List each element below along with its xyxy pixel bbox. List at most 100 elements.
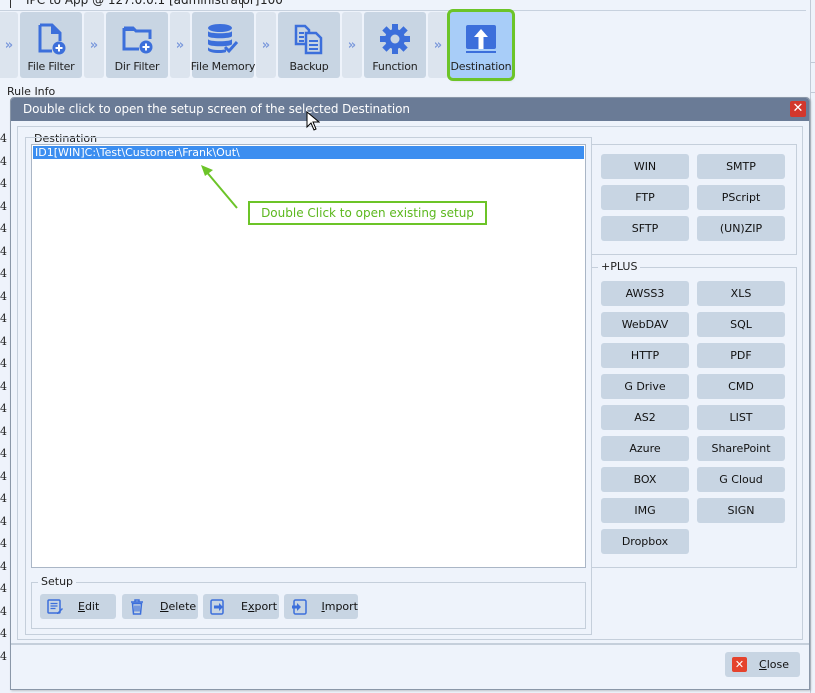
background-row-value: 4: [0, 447, 7, 460]
edit-button[interactable]: Edit: [40, 594, 116, 619]
step-file-filter[interactable]: File Filter: [20, 12, 82, 78]
button-label: elete: [168, 600, 197, 613]
step-label: File Memory: [190, 60, 256, 73]
step-function[interactable]: Function: [364, 12, 426, 78]
connection-label: IPC to App @ 127.0.0.1 [administrator]: [26, 0, 260, 7]
edit-icon: [46, 598, 64, 616]
button-label: mport: [324, 600, 358, 613]
destination-type-box-button[interactable]: BOX: [601, 467, 689, 492]
dialog-title-bar[interactable]: Double click to open the setup screen of…: [11, 98, 809, 121]
background-row-value: 4: [0, 357, 7, 370]
background-row-value: 4: [0, 424, 7, 438]
destination-type-pdf-button[interactable]: PDF: [697, 343, 785, 368]
window-edge: [810, 0, 811, 693]
annotation-callout: Double Click to open existing setup: [248, 201, 487, 225]
step-destination[interactable]: Destination: [447, 9, 515, 81]
destination-type-http-button[interactable]: HTTP: [601, 343, 689, 368]
background-row-value: 4: [0, 492, 7, 505]
chevron-right-icon: »: [342, 12, 362, 78]
annotation-arrow: [201, 165, 238, 209]
background-row-value: 4: [0, 132, 7, 145]
destination-type-awss3-button[interactable]: AWSS3: [601, 281, 689, 306]
background-row-value: 4: [0, 604, 7, 618]
destination-type-list-button[interactable]: LIST: [697, 405, 785, 430]
mouse-cursor-icon: [306, 111, 320, 131]
button-label: port: [254, 600, 278, 613]
background-row-value: 4: [0, 649, 7, 663]
background-row-value: 4: [0, 402, 7, 415]
mnemonic: C: [759, 658, 767, 671]
close-icon[interactable]: ✕: [790, 101, 806, 117]
database-check-icon: [206, 22, 240, 56]
import-button[interactable]: Import: [284, 594, 358, 619]
destination-type-g-cloud-button[interactable]: G Cloud: [697, 467, 785, 492]
chevron-right-icon: »: [170, 12, 190, 78]
background-row-value: 4: [0, 289, 7, 303]
chevron-right-icon: »: [0, 12, 18, 78]
step-dir-filter[interactable]: Dir Filter: [106, 12, 168, 78]
destination-type-dropbox-button[interactable]: Dropbox: [601, 529, 689, 554]
export-icon: [209, 598, 227, 616]
step-label: Backup: [289, 60, 329, 73]
export-button[interactable]: Export: [203, 594, 279, 619]
delete-button[interactable]: Delete: [122, 594, 198, 619]
destination-type-cmd-button[interactable]: CMD: [697, 374, 785, 399]
button-label: lose: [766, 658, 789, 671]
destination-type-xls-button[interactable]: XLS: [697, 281, 785, 306]
divider: [811, 92, 815, 93]
separator: [10, 0, 11, 8]
background-row-value: 4: [0, 537, 7, 550]
background-row-value: 4: [0, 244, 7, 258]
background-row-value: 4: [0, 199, 7, 213]
group-label: Setup: [38, 575, 77, 588]
rule-pipeline-toolbar: » File Filter » Dir Filter » File Memory…: [0, 9, 515, 81]
destination-type-img-button[interactable]: IMG: [601, 498, 689, 523]
close-button[interactable]: ✕ Close: [725, 652, 800, 677]
background-row-value: 4: [0, 582, 7, 595]
destination-type-sharepoint-button[interactable]: SharePoint: [697, 436, 785, 461]
background-row-value: 4: [0, 222, 7, 235]
destination-type-azure-button[interactable]: Azure: [601, 436, 689, 461]
upload-icon: [464, 22, 498, 56]
background-row-value: 4: [0, 312, 7, 325]
step-label: File Filter: [27, 60, 75, 73]
background-row-value: 4: [0, 469, 7, 483]
background-row-value: 4: [0, 379, 7, 393]
destination-type-win-button[interactable]: WIN: [601, 154, 689, 179]
file-add-icon: [34, 22, 68, 56]
mnemonic: E: [78, 600, 85, 613]
step-backup[interactable]: Backup: [278, 12, 340, 78]
copy-document-icon: [292, 22, 326, 56]
dialog-title: Double click to open the setup screen of…: [23, 102, 410, 116]
divider: [811, 62, 815, 63]
destination-type-webdav-button[interactable]: WebDAV: [601, 312, 689, 337]
background-row-value: 4: [0, 154, 7, 168]
destination-type-un-zip-button[interactable]: (UN)ZIP: [697, 216, 785, 241]
destination-type-smtp-button[interactable]: SMTP: [697, 154, 785, 179]
button-label: dit: [84, 600, 100, 613]
gear-icon: [378, 22, 412, 56]
import-icon: [290, 598, 307, 616]
destination-type-ftp-button[interactable]: FTP: [601, 185, 689, 210]
step-label: Destination: [450, 60, 512, 73]
destination-type-pscript-button[interactable]: PScript: [697, 185, 785, 210]
step-label: Dir Filter: [114, 60, 160, 73]
background-row-value: 4: [0, 627, 7, 640]
step-file-memory[interactable]: File Memory: [190, 12, 256, 78]
list-item[interactable]: ID1[WIN]C:\Test\Customer\Frank\Out\: [33, 146, 584, 159]
background-list-column: 4 4 4 4 4 4 4 4 4 4 4 4 4 4 4 4 4 4 4 4 4 4 4 4: [0, 133, 10, 673]
button-label: E: [241, 600, 248, 613]
destination-type-sftp-button[interactable]: SFTP: [601, 216, 689, 241]
destination-type-g-drive-button[interactable]: G Drive: [601, 374, 689, 399]
background-row-value: 4: [0, 334, 7, 348]
chevron-right-icon: »: [84, 12, 104, 78]
background-row-value: 4: [0, 177, 7, 190]
destination-type-sql-button[interactable]: SQL: [697, 312, 785, 337]
trash-icon: [128, 598, 146, 616]
footer-divider: [11, 643, 809, 645]
folder-add-icon: [120, 22, 154, 56]
background-row-value: 4: [0, 514, 7, 528]
destination-type-sign-button[interactable]: SIGN: [697, 498, 785, 523]
separator: [242, 0, 243, 8]
destination-type-as2-button[interactable]: AS2: [601, 405, 689, 430]
